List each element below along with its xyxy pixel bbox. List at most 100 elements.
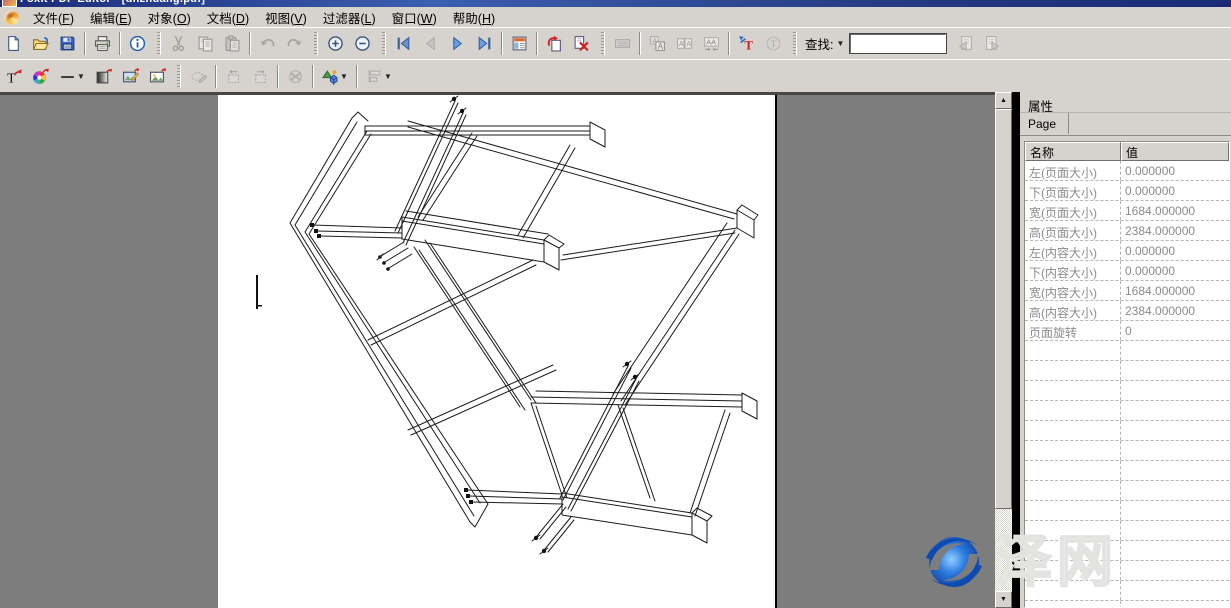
- menu-e[interactable]: 编辑(E): [82, 10, 140, 29]
- text-rotate-button[interactable]: T: [761, 31, 786, 56]
- add-image-button[interactable]: [145, 64, 170, 89]
- property-name: 下(内容大小): [1025, 261, 1121, 280]
- insert-text-button[interactable]: T: [734, 31, 759, 56]
- svg-text:T: T: [7, 70, 16, 85]
- toolbar-drag-handle[interactable]: [793, 32, 797, 55]
- toolbar-separator: [356, 65, 358, 88]
- toolbar-drag-handle[interactable]: [314, 32, 318, 55]
- toolbar-drag-handle[interactable]: [382, 32, 386, 55]
- scrollbar-thumb[interactable]: [995, 109, 1012, 509]
- menu-items: 文件(F)编辑(E)对象(O)文档(D)视图(V)过滤器(L)窗口(W)帮助(H…: [25, 8, 503, 27]
- line-style-button[interactable]: ▼: [55, 64, 89, 89]
- menu-bar: 文件(F)编辑(E)对象(O)文档(D)视图(V)过滤器(L)窗口(W)帮助(H…: [0, 7, 1231, 28]
- redo-button[interactable]: [282, 31, 307, 56]
- property-row[interactable]: 高(页面大小)2384.000000: [1025, 221, 1229, 241]
- transform-next-button[interactable]: [248, 64, 273, 89]
- property-row[interactable]: 左(页面大小)0.000000: [1025, 161, 1229, 181]
- property-name: 高(内容大小): [1025, 301, 1121, 320]
- column-header-name[interactable]: 名称: [1025, 142, 1121, 161]
- column-header-value[interactable]: 值: [1121, 142, 1229, 161]
- next-page-button[interactable]: [445, 31, 470, 56]
- scroll-up-button[interactable]: ▲: [995, 92, 1012, 109]
- property-row[interactable]: 宽(页面大小)1684.000000: [1025, 201, 1229, 221]
- menu-o[interactable]: 对象(O): [140, 10, 199, 29]
- empty-row: [1025, 381, 1229, 401]
- property-row[interactable]: 左(内容大小)0.000000: [1025, 241, 1229, 261]
- empty-row: [1025, 461, 1229, 481]
- clone-tool-button[interactable]: [186, 64, 211, 89]
- menu-d[interactable]: 文档(D): [199, 10, 257, 29]
- property-row[interactable]: 宽(内容大小)1684.000000: [1025, 281, 1229, 301]
- last-page-button[interactable]: [472, 31, 497, 56]
- document-info-button[interactable]: [125, 31, 150, 56]
- prev-page-button[interactable]: [418, 31, 443, 56]
- empty-row: [1025, 341, 1229, 361]
- rotate-page-button[interactable]: [542, 31, 567, 56]
- property-row[interactable]: 下(页面大小)0.000000: [1025, 181, 1229, 201]
- virtual-keyboard-button[interactable]: [610, 31, 635, 56]
- zoom-out-button[interactable]: [350, 31, 375, 56]
- insert-shape-dropdown-caret[interactable]: ▼: [340, 72, 348, 81]
- find-input[interactable]: [850, 34, 946, 53]
- empty-row: [1025, 481, 1229, 501]
- app-icon: [2, 0, 17, 7]
- property-value: 2384.000000: [1121, 221, 1229, 240]
- property-row[interactable]: 高(内容大小)2384.000000: [1025, 301, 1229, 321]
- print-button[interactable]: [90, 31, 115, 56]
- svg-text:T: T: [744, 38, 753, 52]
- toolbar-main: AAAAAATT查找:▼: [0, 27, 1231, 60]
- undo-button[interactable]: [255, 31, 280, 56]
- app-menu-icon[interactable]: [4, 10, 19, 25]
- find-next-button[interactable]: [980, 31, 1005, 56]
- align-objects-button[interactable]: ▼: [362, 64, 396, 89]
- insert-shape-button[interactable]: ▼: [318, 64, 352, 89]
- toolbar-drag-handle[interactable]: [601, 32, 605, 55]
- cut-button[interactable]: [166, 31, 191, 56]
- paste-button[interactable]: [220, 31, 245, 56]
- find-prev-button[interactable]: [953, 31, 978, 56]
- property-row[interactable]: 下(内容大小)0.000000: [1025, 261, 1229, 281]
- page-thumbnails-button[interactable]: [507, 31, 532, 56]
- add-text-button[interactable]: T: [1, 64, 26, 89]
- open-button[interactable]: [28, 31, 53, 56]
- property-row[interactable]: 页面旋转0: [1025, 321, 1229, 341]
- first-page-button[interactable]: [391, 31, 416, 56]
- gradient-fill-button[interactable]: [91, 64, 116, 89]
- font-width-button[interactable]: AA: [699, 31, 724, 56]
- transform-prev-button[interactable]: [221, 64, 246, 89]
- menu-w[interactable]: 窗口(W): [384, 10, 445, 29]
- document-page[interactable]: [218, 95, 777, 608]
- window-title: Foxit PDF Editor - [dhzhuang.pdf]: [20, 0, 205, 5]
- property-name: 页面旋转: [1025, 321, 1121, 340]
- find-dropdown-caret[interactable]: ▼: [836, 39, 844, 48]
- align-objects-dropdown-caret[interactable]: ▼: [384, 72, 392, 81]
- line-style-dropdown-caret[interactable]: ▼: [77, 72, 85, 81]
- property-value: 0.000000: [1121, 161, 1229, 180]
- delete-page-button[interactable]: [569, 31, 594, 56]
- toolbar-separator: [312, 65, 314, 88]
- menu-f[interactable]: 文件(F): [25, 10, 82, 29]
- svg-text:A: A: [686, 41, 691, 48]
- toolbar-drag-handle[interactable]: [157, 32, 161, 55]
- tab-page[interactable]: Page: [1020, 113, 1069, 134]
- color-picker-button[interactable]: [28, 64, 53, 89]
- zoom-in-button[interactable]: [323, 31, 348, 56]
- menu-l[interactable]: 过滤器(L): [315, 10, 384, 29]
- title-bar: Foxit PDF Editor - [dhzhuang.pdf]: [0, 0, 1231, 7]
- toolbar-separator: [501, 32, 503, 55]
- menu-h[interactable]: 帮助(H): [445, 10, 503, 29]
- save-button[interactable]: [55, 31, 80, 56]
- svg-text:A: A: [679, 41, 684, 48]
- edit-image-button[interactable]: [118, 64, 143, 89]
- font-replace-button[interactable]: AA: [645, 31, 670, 56]
- copy-button[interactable]: [193, 31, 218, 56]
- font-size-button[interactable]: AA: [672, 31, 697, 56]
- toolbar-drag-handle[interactable]: [177, 65, 181, 88]
- delete-object-button[interactable]: [283, 64, 308, 89]
- watermark: 泽网: [920, 528, 1118, 596]
- menu-v[interactable]: 视图(V): [257, 10, 315, 29]
- empty-row: [1025, 441, 1229, 461]
- canvas-area[interactable]: [0, 92, 995, 608]
- cad-line-drawing: [218, 95, 775, 608]
- new-button[interactable]: [1, 31, 26, 56]
